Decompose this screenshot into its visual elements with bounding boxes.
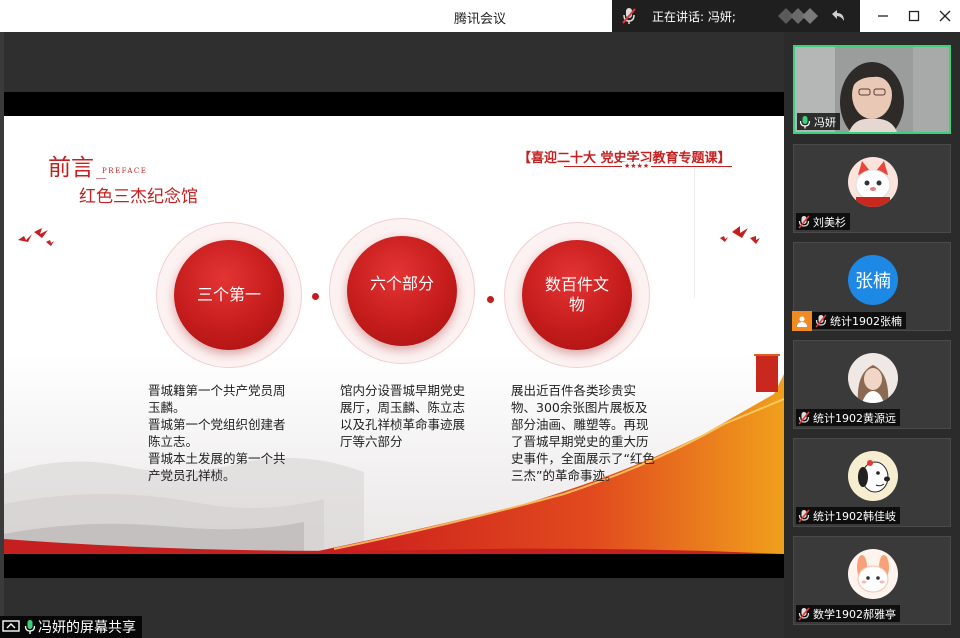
participant-name: 刘美杉 bbox=[813, 215, 846, 229]
meeting-logo-icon bbox=[772, 6, 822, 26]
participant-name: 统计1902韩佳岐 bbox=[813, 509, 896, 523]
screen-share-text: 冯妍的屏幕共享 bbox=[38, 620, 136, 636]
slide-heading: 前言 bbox=[48, 155, 94, 181]
mic-on-icon bbox=[799, 115, 811, 128]
frame-line bbox=[694, 168, 695, 298]
mic-off-icon bbox=[798, 214, 810, 229]
topic-stars: ★★★★ bbox=[622, 162, 652, 170]
slide-heading-en: PREFACE bbox=[102, 167, 148, 175]
window-controls bbox=[867, 0, 960, 32]
feature-label-2: 六个部分 bbox=[369, 274, 434, 293]
mic-off-icon bbox=[798, 508, 810, 523]
meeting-window: 腾讯会议 正在讲话: 冯妍; 前言 PREFACE 红色三杰纪念馆 【喜迎二十大… bbox=[0, 0, 960, 638]
mic-on-icon bbox=[24, 620, 36, 634]
participant-name-tag: 统计1902黄源远 bbox=[796, 409, 900, 426]
back-icon[interactable] bbox=[822, 0, 854, 32]
mic-off-icon bbox=[798, 410, 810, 425]
user-badge-icon bbox=[792, 310, 812, 331]
speaking-text: 正在讲话: 冯妍; bbox=[652, 9, 736, 24]
participant-name-tag: 冯妍 bbox=[797, 113, 840, 130]
photo-avatar-icon bbox=[848, 353, 898, 403]
minimize-icon[interactable] bbox=[867, 0, 898, 32]
participant-name: 数学1902郝雅亭 bbox=[813, 607, 896, 621]
circle-connector-dot bbox=[312, 293, 319, 300]
screen-share-label: 冯妍的屏幕共享 bbox=[0, 616, 142, 638]
participant-name: 统计1902张楠 bbox=[830, 314, 902, 328]
feature-circle-3: 数百件文物 bbox=[504, 222, 650, 368]
mic-off-icon bbox=[815, 313, 827, 328]
speaking-indicator: 正在讲话: 冯妍; bbox=[612, 0, 860, 32]
participant-name-tag: 统计1902韩佳岐 bbox=[796, 507, 900, 524]
maximize-icon[interactable] bbox=[898, 0, 929, 32]
feature-label-1: 三个第一 bbox=[196, 285, 261, 304]
participant-name: 冯妍 bbox=[814, 115, 836, 129]
letterbox-top bbox=[4, 92, 784, 116]
bunny-avatar-icon bbox=[848, 549, 898, 599]
cat-avatar-icon bbox=[848, 157, 898, 207]
close-icon[interactable] bbox=[929, 0, 960, 32]
description-1: 晋城籍第一个共产党员周玉麟。 晋城第一个党组织创建者陈立志。 晋城本土发展的第一… bbox=[148, 383, 286, 483]
heading-divider bbox=[96, 178, 106, 179]
presentation-slide: 前言 PREFACE 红色三杰纪念馆 【喜迎二十大 党史学习教育专题课】 ★★★… bbox=[4, 116, 784, 554]
circle-connector-dot bbox=[487, 296, 494, 303]
slide-subtitle: 红色三杰纪念馆 bbox=[79, 187, 198, 207]
feature-label-3: 数百件文物 bbox=[544, 275, 609, 314]
participant-tile[interactable]: 冯妍 bbox=[793, 45, 951, 134]
participant-tile[interactable]: 统计1902黄源远 bbox=[793, 340, 951, 429]
text-avatar: 张楠 bbox=[848, 255, 898, 305]
participant-tile[interactable]: 数学1902郝雅亭 bbox=[793, 536, 951, 625]
participant-tile[interactable]: 刘美杉 bbox=[793, 144, 951, 233]
participant-name-tag: 数学1902郝雅亭 bbox=[796, 605, 900, 622]
description-2: 馆内分设晋城早期党史展厅，周玉麟、陈立志以及孔祥桢革命事迹展厅等六部分 bbox=[340, 383, 466, 449]
feature-circle-2: 六个部分 bbox=[329, 218, 475, 364]
description-3: 展出近百件各类珍贵实物、300余张图片展板及部分油画、雕塑等。再现了晋城早期党史… bbox=[511, 383, 655, 483]
birds-left-icon bbox=[18, 228, 54, 246]
participant-name-tag: 统计1902张楠 bbox=[792, 310, 906, 331]
birds-right-icon bbox=[720, 226, 760, 244]
participant-name: 统计1902黄源远 bbox=[813, 411, 896, 425]
participant-tile[interactable]: 统计1902韩佳岐 bbox=[793, 438, 951, 527]
title-bar: 腾讯会议 正在讲话: 冯妍; bbox=[0, 0, 960, 32]
mic-off-icon[interactable] bbox=[612, 0, 646, 32]
mic-off-icon bbox=[798, 606, 810, 621]
screen-share-icon bbox=[2, 620, 20, 632]
feature-circle-1: 三个第一 bbox=[156, 222, 302, 368]
participant-sidebar: 冯妍 刘美杉 张楠 统计1902张楠 统计1902黄源远 统计1902韩佳岐 数… bbox=[784, 32, 960, 638]
participant-tile[interactable]: 张楠 统计1902张楠 bbox=[792, 242, 951, 331]
letterbox-bottom bbox=[4, 554, 784, 578]
participant-name-tag: 刘美杉 bbox=[796, 213, 850, 230]
snoopy-avatar-icon bbox=[848, 451, 898, 501]
